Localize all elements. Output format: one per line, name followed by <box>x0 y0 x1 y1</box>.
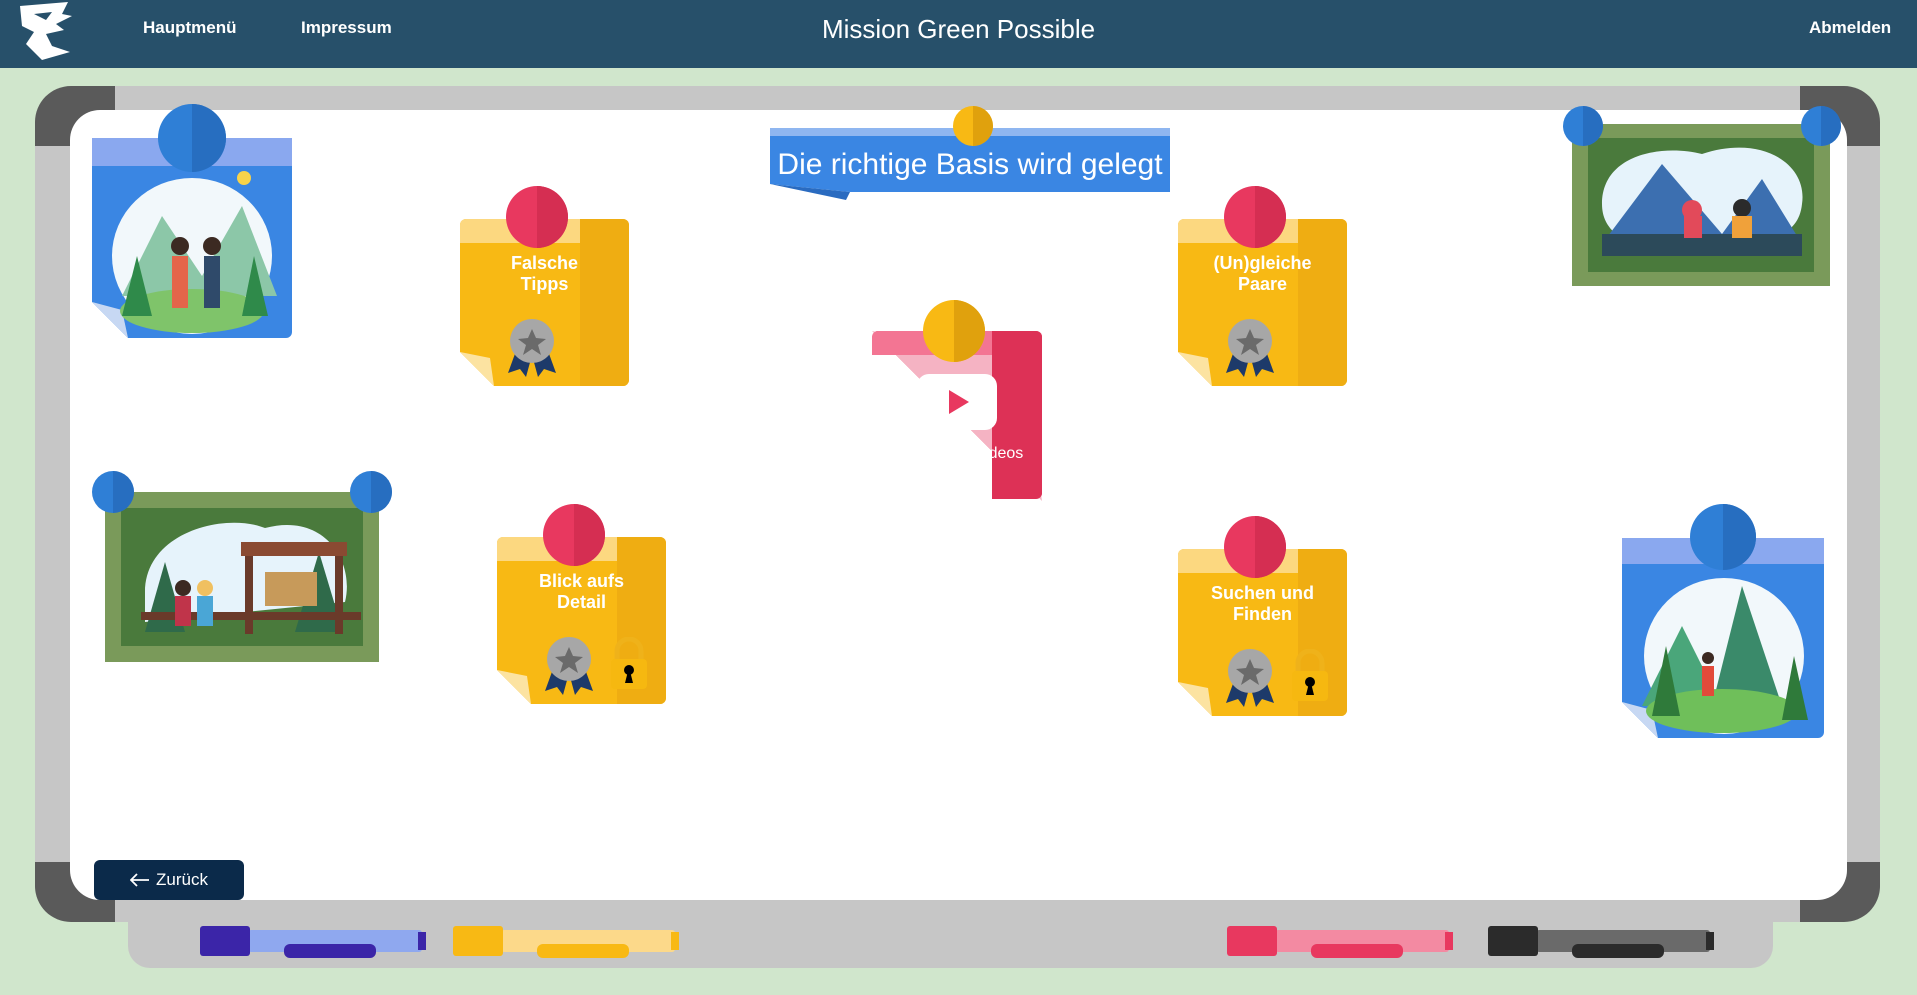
lock-icon <box>611 637 647 689</box>
task-label-line1: (Un)gleiche <box>1213 253 1312 273</box>
pin-icon <box>506 186 568 248</box>
award-icon <box>1226 649 1274 707</box>
pin-icon <box>923 300 985 362</box>
app-title: Mission Green Possible <box>821 14 1096 44</box>
note-fold <box>497 670 531 704</box>
red-marker-icon <box>1227 926 1453 958</box>
pin-icon <box>1224 186 1286 248</box>
black-marker-icon <box>1488 926 1714 958</box>
back-button-label: Zurück <box>156 870 208 889</box>
award-icon <box>1226 319 1274 377</box>
task-label-line2: Finden <box>1233 604 1292 624</box>
pin-icon <box>350 471 392 513</box>
award-icon <box>508 319 556 377</box>
note-fold <box>460 352 494 386</box>
pin-icon <box>953 106 993 146</box>
learning-videos-label: Zu den Lernvideos <box>890 445 1024 462</box>
back-button[interactable]: Zurück <box>94 860 244 900</box>
note-fold <box>1178 352 1212 386</box>
task-label-line2: Tipps <box>520 274 569 294</box>
task-label-line1: Falsche <box>510 253 579 273</box>
pin-icon <box>1690 504 1756 570</box>
lock-icon <box>1292 649 1328 701</box>
nature-reserve-picture-icon <box>105 492 379 662</box>
pin-icon <box>543 504 605 566</box>
pin-icon <box>92 471 134 513</box>
top-bar: Hauptmenü Impressum Mission Green Possib… <box>0 0 1917 68</box>
pin-icon <box>158 104 226 172</box>
board-title: Die richtige Basis wird gelegt <box>777 148 1163 181</box>
note-fold <box>1178 682 1212 716</box>
task-label-line1: Suchen und <box>1211 583 1314 603</box>
pin-icon <box>1224 516 1286 578</box>
task-label-line2: Paare <box>1237 274 1288 294</box>
task-label-line2: Detail <box>556 592 607 612</box>
arrow-left-icon <box>130 873 150 887</box>
picnic-picture-icon <box>1572 124 1830 286</box>
logout-link[interactable]: Abmelden <box>1809 18 1891 38</box>
task-label-line1: Blick aufs <box>538 571 625 591</box>
pin-icon <box>1801 106 1841 146</box>
play-icon[interactable] <box>917 374 997 430</box>
yellow-marker-icon <box>453 926 679 958</box>
award-icon <box>545 637 593 695</box>
blue-marker-icon <box>200 926 426 958</box>
pin-icon <box>1563 106 1603 146</box>
